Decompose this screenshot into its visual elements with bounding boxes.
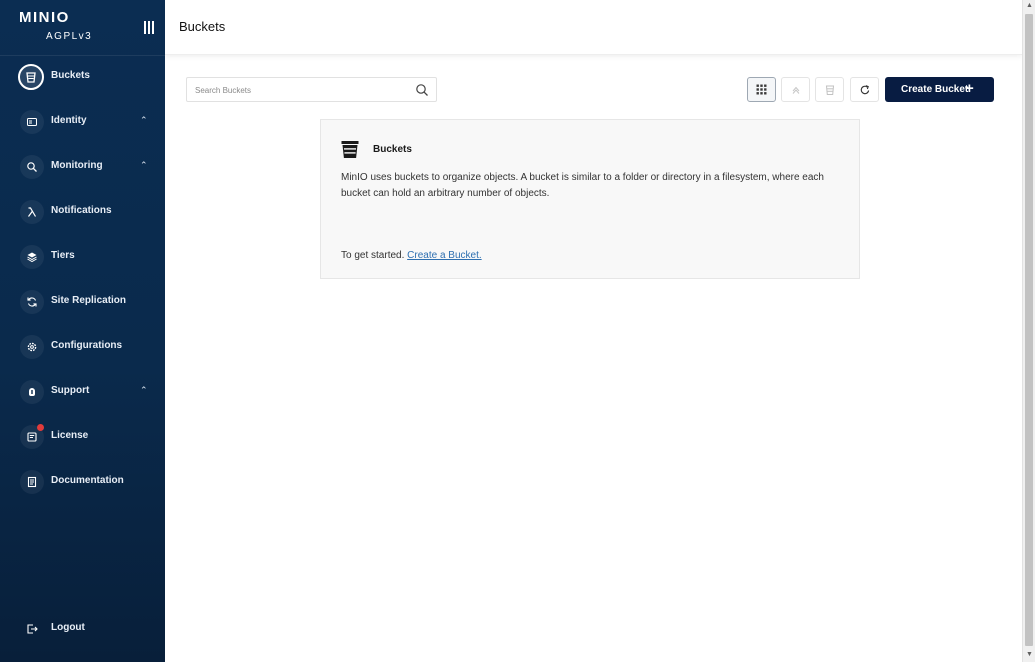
create-bucket-button[interactable]: Create Bucket + [885,77,994,102]
logout-icon [20,617,44,641]
monitoring-icon [20,155,44,179]
sidebar-item-site-replication[interactable]: Site Replication [0,284,165,320]
sidebar-item-label: Notifications [51,205,112,216]
sidebar-item-label: Documentation [51,475,124,486]
page-title: Buckets [179,19,226,34]
get-started-text: To get started. Create a Bucket. [341,250,482,261]
chevron-up-icon: ⌃ [140,160,148,170]
lambda-icon [20,200,44,224]
sidebar-item-label: Site Replication [51,295,127,306]
card-description: MinIO uses buckets to organize objects. … [341,172,824,199]
buckets-info-card: Buckets MinIO uses buckets to organize o… [320,119,860,279]
bucket-icon [18,64,44,90]
scroll-down-icon[interactable]: ▼ [1026,651,1033,658]
bucket-icon [341,141,359,158]
chevron-up-icon: ⌃ [140,385,148,395]
search-input[interactable] [195,82,405,98]
sidebar-item-buckets[interactable]: Buckets [0,59,165,95]
sidebar: MINIO AGPLv3 Buckets Identity ⌃ Monitori [0,0,165,662]
identity-icon [20,110,44,134]
sidebar-item-monitoring[interactable]: Monitoring ⌃ [0,149,165,185]
page-header: Buckets [165,0,1022,55]
sidebar-item-tiers[interactable]: Tiers [0,239,165,275]
sidebar-item-label: Tiers [51,250,75,261]
search-box [186,77,437,102]
sidebar-item-label: Support [51,385,90,396]
alert-dot [37,424,44,431]
replicate-button[interactable] [781,77,810,102]
scroll-up-icon[interactable]: ▲ [1026,2,1033,9]
sidebar-item-label: License [51,430,89,441]
search-icon[interactable] [415,83,429,97]
sidebar-item-label: Buckets [51,70,90,81]
scrollbar-thumb[interactable] [1025,14,1033,646]
logout-button[interactable]: Logout [0,611,165,647]
sidebar-item-notifications[interactable]: Notifications [0,194,165,230]
refresh-button[interactable] [850,77,879,102]
sidebar-item-label: Identity [51,115,87,126]
gear-icon [20,335,44,359]
lifecycle-button[interactable] [815,77,844,102]
sidebar-item-configurations[interactable]: Configurations [0,329,165,365]
license-type: AGPLv3 [46,31,93,42]
app-window: MINIO AGPLv3 Buckets Identity ⌃ Monitori [0,0,1035,662]
sidebar-item-documentation[interactable]: Documentation [0,464,165,500]
divider [0,55,165,56]
refresh-icon [860,84,869,94]
plus-icon: + [965,80,974,97]
card-title: Buckets [373,144,412,155]
create-bucket-link[interactable]: Create a Bucket. [407,250,481,261]
tiers-icon [20,245,44,269]
logout-label: Logout [51,622,85,633]
support-icon [20,380,44,404]
replicate-icon [792,86,799,94]
documentation-icon [20,470,44,494]
collapse-menu-button[interactable] [143,20,157,36]
vertical-scrollbar[interactable]: ▲ ▼ [1022,0,1035,662]
chevron-up-icon: ⌃ [140,115,148,125]
grid-view-button[interactable] [747,77,776,102]
brand: MINIO AGPLv3 [0,0,165,55]
sidebar-item-support[interactable]: Support ⌃ [0,374,165,410]
sidebar-item-label: Configurations [51,340,123,351]
lifecycle-icon [825,85,834,95]
create-bucket-label: Create Bucket [901,84,969,95]
grid-icon [756,84,767,95]
sidebar-item-identity[interactable]: Identity ⌃ [0,104,165,140]
minio-logo: MINIO [19,9,70,26]
get-started-prefix: To get started. [341,250,408,261]
replication-icon [20,290,44,314]
sidebar-item-label: Monitoring [51,160,103,171]
sidebar-item-license[interactable]: License [0,419,165,455]
